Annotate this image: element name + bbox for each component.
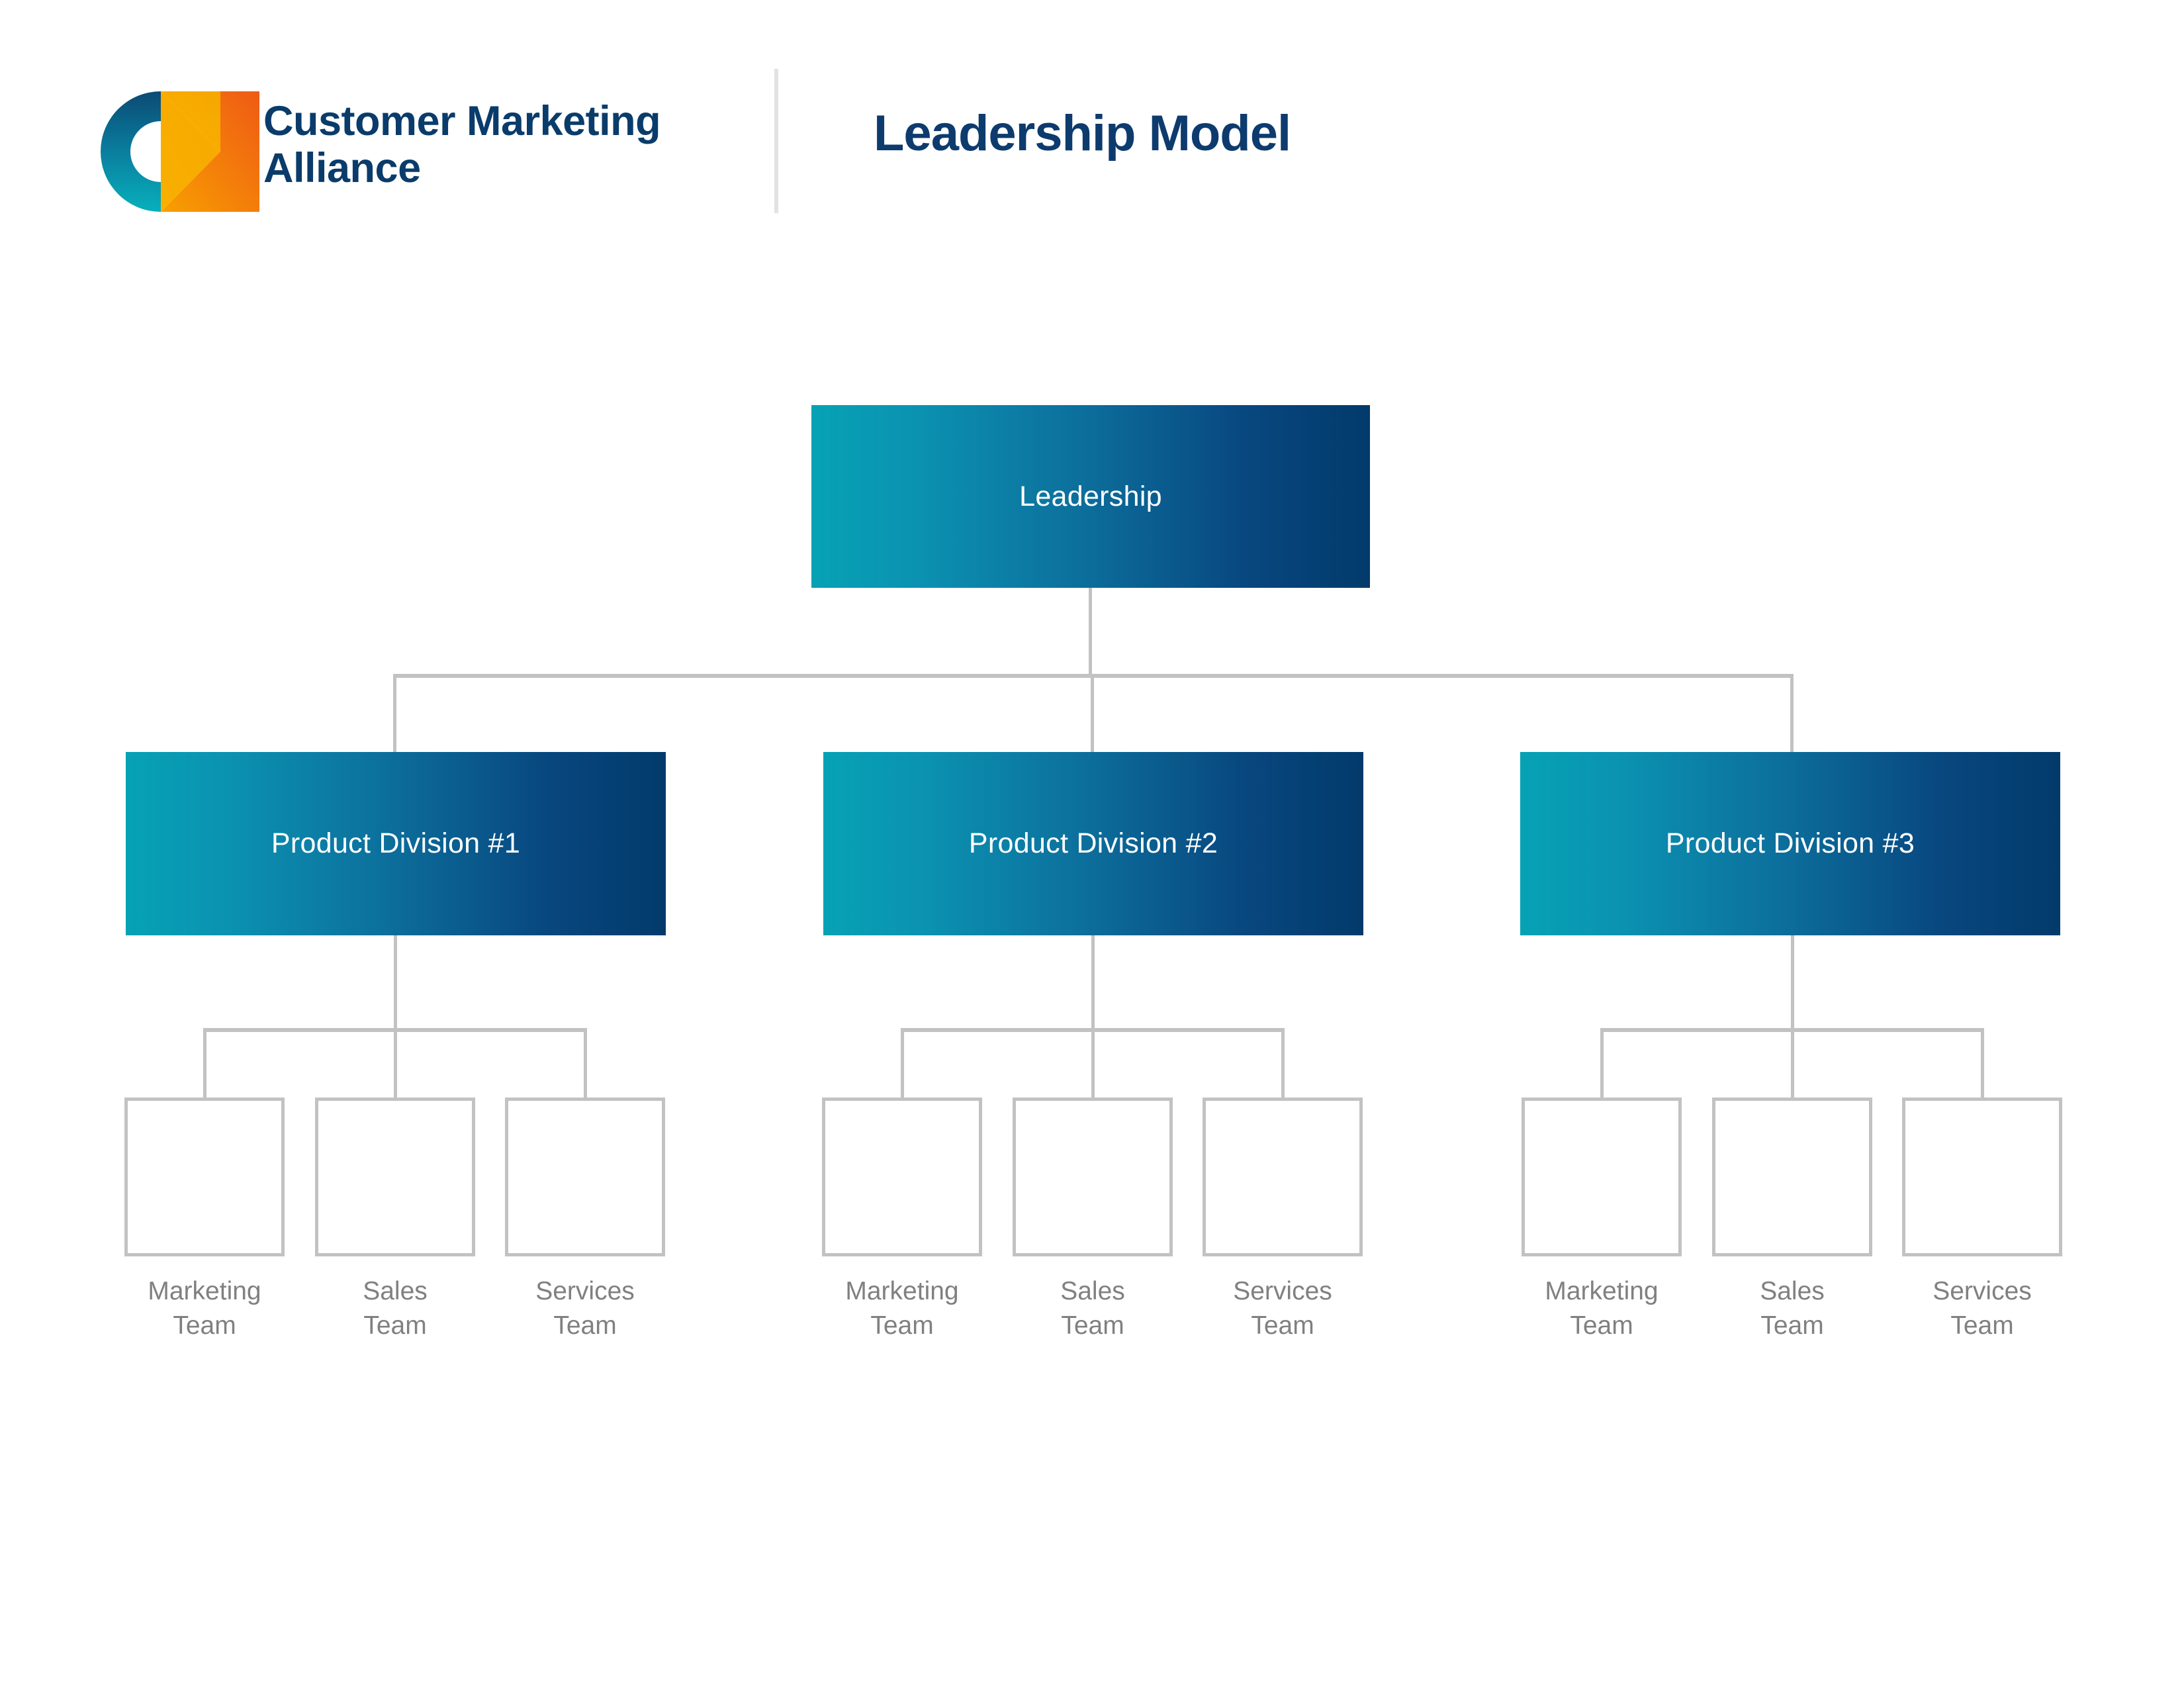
org-node-leadership[interactable]: Leadership xyxy=(811,405,1370,588)
team-label-sales: Sales Team xyxy=(315,1274,475,1343)
connector-team-1-2-drop xyxy=(394,1028,397,1101)
team-label-services: Services Team xyxy=(1203,1274,1363,1343)
org-chart: Leadership Product Division #1 Marketing… xyxy=(0,0,2184,1688)
team-box[interactable] xyxy=(124,1098,285,1256)
team-box[interactable] xyxy=(1522,1098,1682,1256)
team-label-sales: Sales Team xyxy=(1712,1274,1872,1343)
team-label-line-2: Team xyxy=(1950,1311,2014,1340)
team-label-marketing: Marketing Team xyxy=(822,1274,982,1343)
team-label-line-1: Marketing xyxy=(845,1277,959,1305)
team-label-line-2: Team xyxy=(1251,1311,1314,1340)
org-node-label: Product Division #3 xyxy=(1665,827,1915,859)
team-label-line-1: Sales xyxy=(363,1277,428,1305)
org-node-label: Product Division #1 xyxy=(271,827,521,859)
team-label-line-1: Sales xyxy=(1760,1277,1825,1305)
team-label-sales: Sales Team xyxy=(1013,1274,1173,1343)
team-box[interactable] xyxy=(822,1098,982,1256)
team-box[interactable] xyxy=(1013,1098,1173,1256)
team-label-line-1: Marketing xyxy=(148,1277,261,1305)
connector-team-3-1-drop xyxy=(1600,1028,1604,1101)
connector-team-1-1-drop xyxy=(203,1028,206,1101)
team-label-line-2: Team xyxy=(870,1311,934,1340)
org-node-label: Product Division #2 xyxy=(968,827,1218,859)
team-box[interactable] xyxy=(1203,1098,1363,1256)
team-label-line-1: Marketing xyxy=(1545,1277,1659,1305)
team-label-services: Services Team xyxy=(1902,1274,2062,1343)
team-label-line-2: Team xyxy=(1760,1311,1824,1340)
team-label-line-1: Services xyxy=(1233,1277,1332,1305)
team-label-line-2: Team xyxy=(363,1311,427,1340)
org-node-division-2[interactable]: Product Division #2 xyxy=(823,752,1363,935)
team-box[interactable] xyxy=(1712,1098,1872,1256)
team-label-line-2: Team xyxy=(1061,1311,1124,1340)
connector-division-2-stem xyxy=(1091,935,1095,1031)
connector-division-2-drop xyxy=(1790,674,1794,753)
team-label-line-2: Team xyxy=(173,1311,236,1340)
team-label-line-2: Team xyxy=(553,1311,617,1340)
org-node-label: Leadership xyxy=(1019,480,1162,512)
connector-team-1-3-drop xyxy=(584,1028,587,1101)
team-label-marketing: Marketing Team xyxy=(124,1274,285,1343)
connector-team-2-3-drop xyxy=(1281,1028,1285,1101)
team-label-line-2: Team xyxy=(1570,1311,1633,1340)
org-node-division-1[interactable]: Product Division #1 xyxy=(126,752,666,935)
connector-division-0-drop xyxy=(393,674,396,753)
team-label-marketing: Marketing Team xyxy=(1522,1274,1682,1343)
connector-team-3-3-drop xyxy=(1981,1028,1984,1101)
connector-root-stem xyxy=(1089,588,1092,677)
connector-division-1-drop xyxy=(1091,674,1094,753)
team-label-line-1: Services xyxy=(1933,1277,2032,1305)
team-label-line-1: Services xyxy=(535,1277,635,1305)
team-box[interactable] xyxy=(315,1098,475,1256)
team-label-line-1: Sales xyxy=(1060,1277,1125,1305)
org-node-division-3[interactable]: Product Division #3 xyxy=(1520,752,2060,935)
connector-team-2-1-drop xyxy=(901,1028,904,1101)
connector-division-1-stem xyxy=(394,935,397,1031)
connector-team-3-2-drop xyxy=(1791,1028,1794,1101)
team-label-services: Services Team xyxy=(505,1274,665,1343)
team-box[interactable] xyxy=(505,1098,665,1256)
connector-team-2-2-drop xyxy=(1091,1028,1095,1101)
team-box[interactable] xyxy=(1902,1098,2062,1256)
connector-division-3-stem xyxy=(1791,935,1794,1031)
